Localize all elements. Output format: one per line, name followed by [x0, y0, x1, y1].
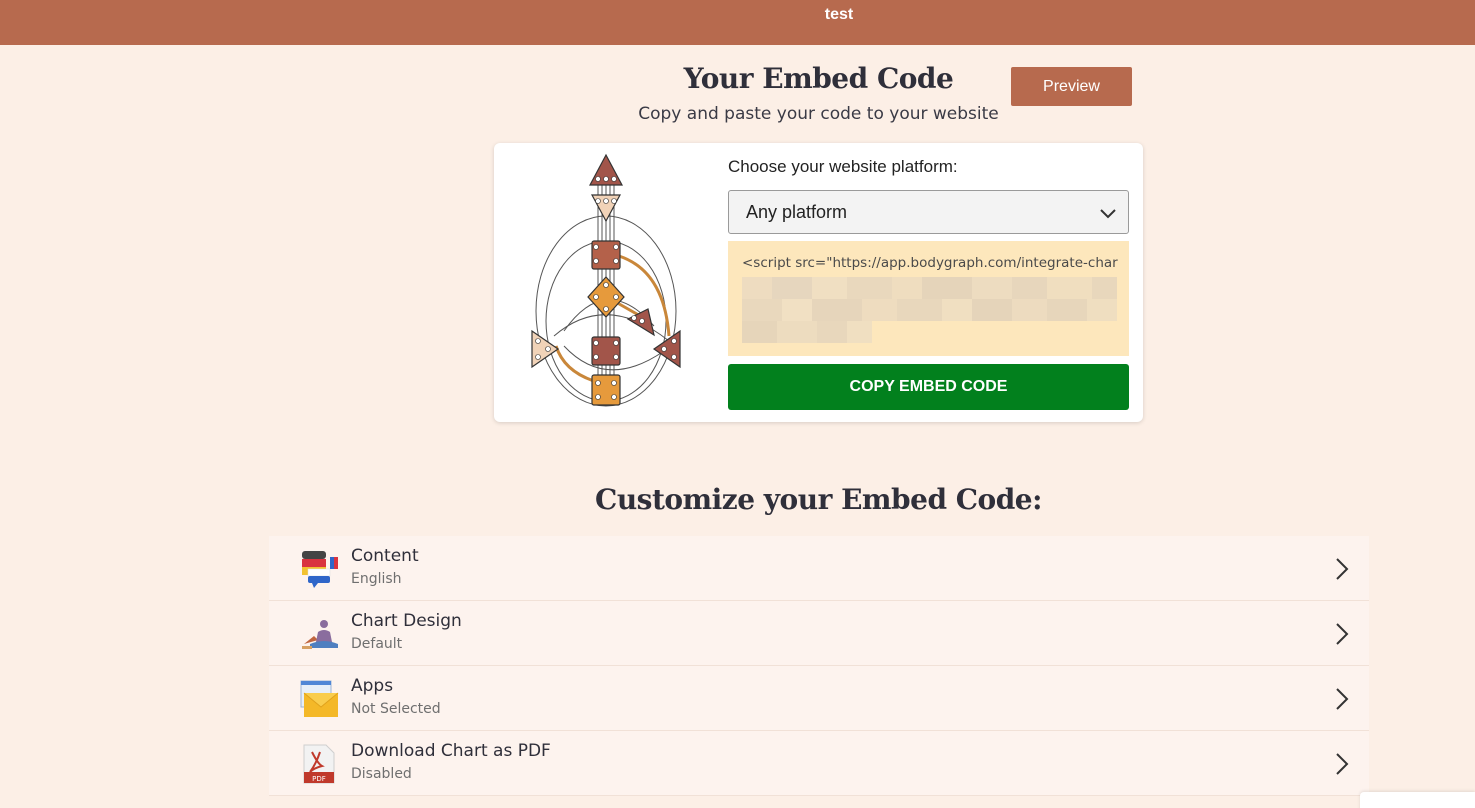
platform-label: Choose your website platform:: [728, 157, 958, 176]
bodygraph-chart-image: [531, 153, 681, 407]
copy-embed-code-button[interactable]: COPY EMBED CODE: [728, 364, 1129, 410]
embed-code-text: <script src="https://app.bodygraph.com/i…: [742, 255, 1118, 271]
page-subtitle: Copy and paste your code to your website: [638, 104, 999, 124]
setting-title: Chart Design: [351, 611, 462, 631]
embed-code-card: Choose your website platform: Any platfo…: [494, 143, 1143, 422]
chart-design-icon: [302, 620, 338, 649]
corner-widget[interactable]: [1360, 792, 1475, 808]
chevron-right-icon: [1336, 753, 1349, 775]
customize-heading: Customize your Embed Code:: [595, 483, 1042, 516]
blurred-code: [742, 277, 1117, 343]
setting-apps[interactable]: Apps Not Selected: [269, 666, 1369, 731]
setting-title: Apps: [351, 676, 394, 696]
platform-selected-value: Any platform: [746, 201, 848, 222]
customize-settings-list: Content English Chart Design Default App…: [269, 536, 1369, 796]
svg-text:PDF: PDF: [312, 775, 326, 783]
topbar-title: test: [824, 6, 854, 23]
top-bar: test: [0, 0, 1475, 45]
chevron-right-icon: [1336, 688, 1349, 710]
setting-chart-design[interactable]: Chart Design Default: [269, 601, 1369, 666]
setting-value: Default: [351, 636, 403, 652]
page-title: Your Embed Code: [683, 62, 954, 95]
pdf-icon: PDF: [303, 744, 335, 784]
embed-code-box[interactable]: <script src="https://app.bodygraph.com/i…: [728, 241, 1129, 356]
setting-content[interactable]: Content English: [269, 536, 1369, 601]
setting-title: Download Chart as PDF: [351, 741, 551, 761]
setting-value: English: [351, 571, 402, 587]
preview-button[interactable]: Preview: [1011, 67, 1132, 106]
chevron-right-icon: [1336, 558, 1349, 580]
setting-download-pdf[interactable]: PDF Download Chart as PDF Disabled: [269, 731, 1369, 796]
platform-select[interactable]: Any platform: [728, 190, 1129, 234]
setting-value: Not Selected: [351, 701, 441, 717]
chevron-right-icon: [1336, 623, 1349, 645]
chevron-down-icon: [1100, 209, 1116, 219]
setting-value: Disabled: [351, 766, 412, 782]
setting-title: Content: [351, 546, 419, 566]
language-flags-icon: [302, 551, 338, 588]
apps-envelope-icon: [300, 680, 339, 717]
